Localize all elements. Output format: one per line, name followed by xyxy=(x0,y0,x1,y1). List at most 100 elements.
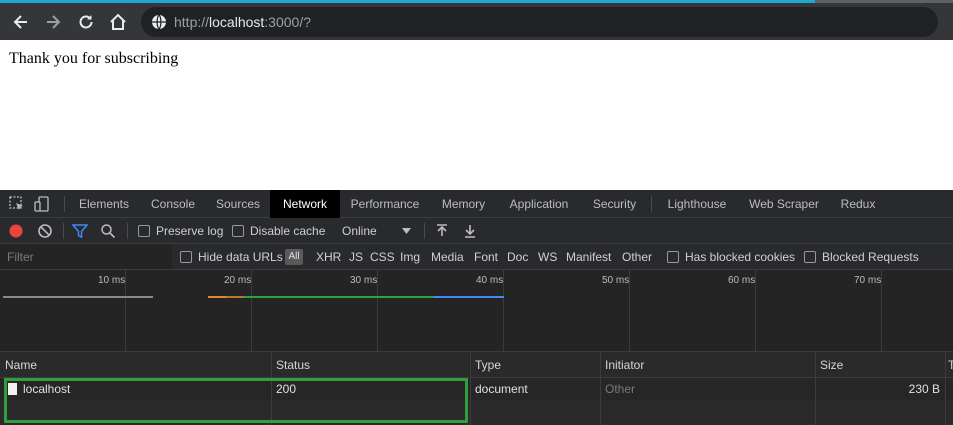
request-type: document xyxy=(475,382,528,396)
reload-icon xyxy=(79,15,93,29)
timeline-tick-label: 10 ms xyxy=(98,275,126,286)
checkbox-box[interactable] xyxy=(804,251,816,263)
back-button[interactable] xyxy=(8,9,34,35)
filter-type-css[interactable]: CSS xyxy=(370,244,395,270)
column-header-size[interactable]: Size xyxy=(815,352,945,378)
devtools-panel: Elements Console Sources Network Perform… xyxy=(0,190,953,425)
arrow-left-icon xyxy=(13,15,27,29)
hide-data-urls-label: Hide data URLs xyxy=(198,250,283,264)
throttling-value: Online xyxy=(342,224,377,238)
tab-redux[interactable]: Redux xyxy=(836,190,880,218)
preserve-log-checkbox[interactable]: Preserve log xyxy=(138,218,223,244)
column-divider[interactable] xyxy=(815,352,816,425)
timeline-tick-label: 20 ms xyxy=(224,275,252,286)
tab-separator xyxy=(651,196,652,212)
document-icon xyxy=(8,383,17,395)
toolbar-separator xyxy=(63,223,64,239)
timeline-tick-label: 70 ms xyxy=(854,275,882,286)
record-icon[interactable] xyxy=(7,222,25,240)
checkbox-box[interactable] xyxy=(138,225,150,237)
column-header-initiator[interactable]: Initiator xyxy=(600,352,815,378)
export-har-icon[interactable] xyxy=(461,222,479,240)
filter-type-doc[interactable]: Doc xyxy=(507,244,528,270)
home-button[interactable] xyxy=(105,9,131,35)
page-viewport: Thank you for subscribing xyxy=(0,40,953,190)
has-blocked-cookies-checkbox[interactable]: Has blocked cookies xyxy=(667,244,795,270)
request-initiator: Other xyxy=(605,382,636,396)
filter-type-font[interactable]: Font xyxy=(474,244,498,270)
caret-down-icon xyxy=(402,228,411,234)
tab-performance[interactable]: Performance xyxy=(345,190,425,218)
timeline-bar-waiting xyxy=(244,296,434,298)
devtools-tabs: Elements Console Sources Network Perform… xyxy=(0,190,953,218)
preserve-log-label: Preserve log xyxy=(156,224,224,238)
table-header: Name Status Type Initiator Size T xyxy=(0,352,953,378)
tab-application[interactable]: Application xyxy=(503,190,575,218)
column-header-time[interactable]: T xyxy=(945,352,953,378)
checkbox-box[interactable] xyxy=(232,225,244,237)
column-header-name[interactable]: Name xyxy=(0,352,272,378)
hide-data-urls-checkbox[interactable]: Hide data URLs xyxy=(180,244,283,270)
browser-toolbar: http://localhost:3000/? xyxy=(0,3,953,40)
table-row[interactable]: localhost 200 document Other 230 B xyxy=(0,378,953,400)
request-size: 230 B xyxy=(908,382,940,396)
column-divider[interactable] xyxy=(945,352,946,425)
filter-type-js[interactable]: JS xyxy=(349,244,363,270)
column-divider[interactable] xyxy=(600,352,601,425)
network-timeline-overview[interactable]: 10 ms 20 ms 30 ms 40 ms 50 ms 60 ms 70 m… xyxy=(0,270,953,352)
blocked-requests-label: Blocked Requests xyxy=(822,250,919,264)
filter-type-other[interactable]: Other xyxy=(622,244,652,270)
reload-button[interactable] xyxy=(73,9,99,35)
filter-type-img[interactable]: Img xyxy=(400,244,420,270)
import-har-icon[interactable] xyxy=(433,222,451,240)
timeline-bar-download xyxy=(434,296,504,298)
tab-web-scraper[interactable]: Web Scraper xyxy=(744,190,824,218)
forward-button[interactable] xyxy=(40,9,66,35)
subscription-message: Thank you for subscribing xyxy=(9,50,179,67)
search-icon[interactable] xyxy=(99,222,117,240)
filter-type-all[interactable]: All xyxy=(285,249,303,265)
filter-type-manifest[interactable]: Manifest xyxy=(566,244,611,270)
request-status: 200 xyxy=(276,382,297,396)
tab-console[interactable]: Console xyxy=(143,190,203,218)
home-icon xyxy=(110,13,126,30)
timeline-bar-queueing xyxy=(3,296,153,298)
has-blocked-cookies-label: Has blocked cookies xyxy=(685,250,796,264)
globe-icon[interactable] xyxy=(151,14,167,30)
tab-separator xyxy=(64,196,65,212)
device-toolbar-icon[interactable] xyxy=(33,195,51,213)
filter-type-media[interactable]: Media xyxy=(431,244,464,270)
network-request-table: Name Status Type Initiator Size T localh… xyxy=(0,352,953,425)
url-host: localhost xyxy=(209,14,265,30)
tab-sources[interactable]: Sources xyxy=(211,190,265,218)
tab-lighthouse[interactable]: Lighthouse xyxy=(662,190,732,218)
checkbox-box[interactable] xyxy=(667,251,679,263)
filter-input[interactable] xyxy=(0,244,172,269)
tab-network[interactable]: Network xyxy=(270,190,340,218)
toolbar-separator xyxy=(424,223,425,239)
table-empty-row xyxy=(0,400,953,425)
clear-icon[interactable] xyxy=(36,222,54,240)
tab-elements[interactable]: Elements xyxy=(74,190,134,218)
inspect-element-icon[interactable] xyxy=(8,195,26,213)
column-divider[interactable] xyxy=(470,352,471,425)
column-header-type[interactable]: Type xyxy=(470,352,600,378)
column-divider[interactable] xyxy=(271,352,272,425)
tab-memory[interactable]: Memory xyxy=(435,190,492,218)
timeline-tick-label: 30 ms xyxy=(350,275,378,286)
filter-type-ws[interactable]: WS xyxy=(538,244,557,270)
url-text[interactable]: http://localhost:3000/? xyxy=(174,14,311,30)
timeline-tick-label: 50 ms xyxy=(602,275,630,286)
column-header-status[interactable]: Status xyxy=(271,352,470,378)
blocked-requests-checkbox[interactable]: Blocked Requests xyxy=(804,244,919,270)
tab-security[interactable]: Security xyxy=(587,190,642,218)
timeline-bar-connecting xyxy=(208,296,226,298)
disable-cache-label: Disable cache xyxy=(250,224,326,238)
filter-icon[interactable] xyxy=(71,222,89,240)
address-bar[interactable]: http://localhost:3000/? xyxy=(141,7,938,37)
filter-type-xhr[interactable]: XHR xyxy=(316,244,341,270)
checkbox-box[interactable] xyxy=(180,251,192,263)
request-name[interactable]: localhost xyxy=(8,378,268,400)
throttling-select[interactable]: Online xyxy=(342,218,414,244)
disable-cache-checkbox[interactable]: Disable cache xyxy=(232,218,325,244)
